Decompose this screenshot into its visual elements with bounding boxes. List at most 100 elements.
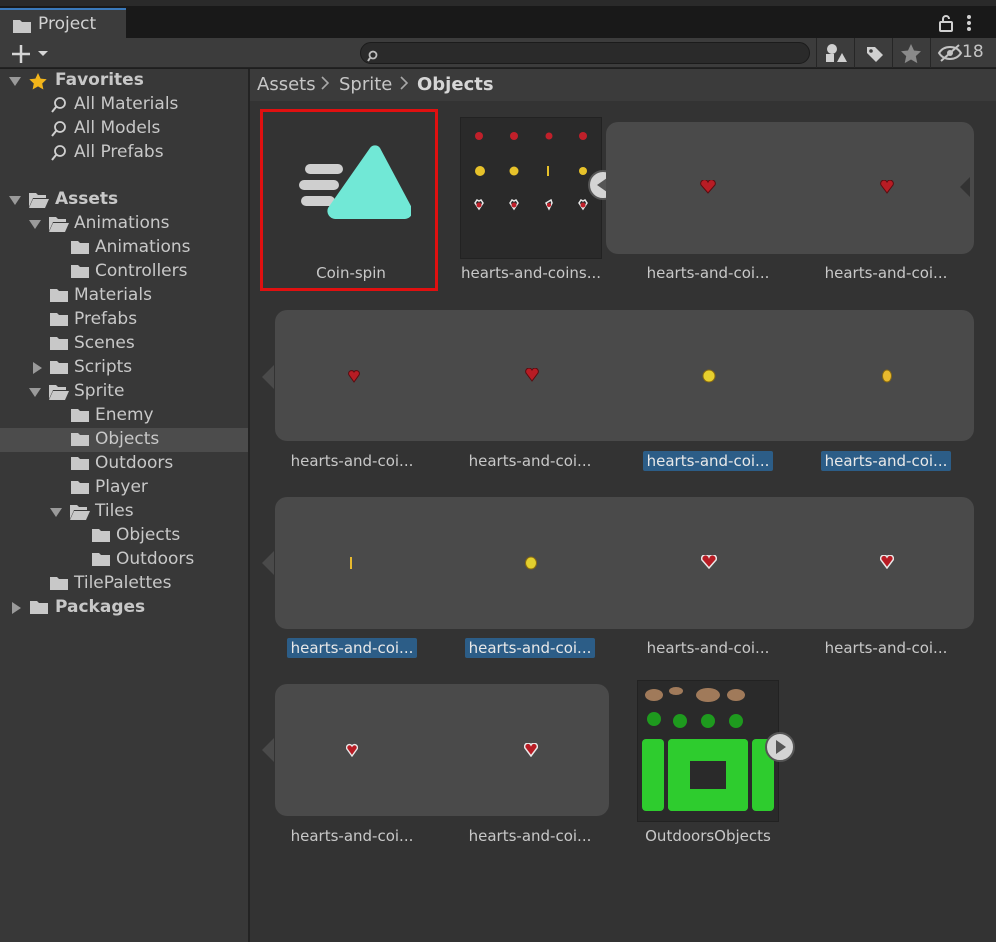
tree-label: Objects: [116, 525, 181, 545]
asset-name-label-selected: hearts-and-coi...: [633, 451, 783, 471]
folder-icon: [49, 575, 69, 596]
window-tab-bar: Project: [0, 0, 996, 38]
asset-name-text: hearts-and-coi...: [290, 827, 414, 845]
breadcrumb-assets[interactable]: Assets: [257, 74, 316, 95]
sprite-heart-full[interactable]: [880, 179, 894, 198]
breadcrumb-objects[interactable]: Objects: [417, 74, 494, 95]
tab-project[interactable]: Project: [0, 8, 126, 38]
tree-label: Scripts: [74, 357, 133, 377]
tree-controllers[interactable]: Controllers: [0, 260, 248, 284]
subasset-strip: [275, 684, 609, 816]
expand-arrow-down-icon[interactable]: [8, 192, 22, 212]
favorite-all-prefabs[interactable]: All Prefabs: [0, 141, 248, 165]
sprite-heart-outline[interactable]: [523, 742, 539, 761]
folder-icon: [70, 455, 90, 476]
sprite-coin-edge[interactable]: [349, 555, 353, 574]
breadcrumb-sprite[interactable]: Sprite: [339, 74, 392, 95]
sprite-heart-full[interactable]: [525, 367, 539, 386]
expand-arrow-right-icon[interactable]: [30, 360, 44, 380]
tree-objects[interactable]: Objects: [0, 428, 248, 452]
asset-grid-pane: Assets Sprite Objects Coin-spin hearts-a…: [250, 69, 996, 942]
favorite-all-materials[interactable]: All Materials: [0, 93, 248, 117]
folder-icon: [49, 287, 69, 308]
asset-name-text: hearts-and-coi...: [824, 264, 948, 282]
asset-name-text: hearts-and-coi...: [286, 638, 418, 658]
folder-icon: [29, 599, 49, 620]
folder-icon: [49, 311, 69, 332]
folder-icon: [70, 431, 90, 452]
more-options-icon[interactable]: [966, 14, 972, 36]
tree-label: Materials: [74, 285, 152, 305]
tree-favorites[interactable]: Favorites: [0, 69, 248, 93]
tree-label: Player: [95, 477, 148, 497]
folder-icon: [49, 359, 69, 380]
breadcrumb: Assets Sprite Objects: [250, 69, 996, 101]
tree-label: Sprite: [74, 381, 125, 401]
subasset-strip: [275, 310, 974, 441]
tree-packages[interactable]: Packages: [0, 596, 248, 620]
tree-prefabs[interactable]: Prefabs: [0, 308, 248, 332]
favorite-search-button[interactable]: [892, 38, 930, 68]
asset-outdoors-objects-thumbnail[interactable]: [637, 680, 779, 822]
search-icon: [50, 120, 68, 143]
asset-name-text: hearts-and-coi...: [646, 264, 770, 282]
sprite-heart-small[interactable]: [348, 368, 360, 387]
favorite-all-models[interactable]: All Models: [0, 117, 248, 141]
folder-open-icon: [28, 191, 50, 214]
tree-tiles-objects[interactable]: Objects: [0, 524, 248, 548]
sprite-heart-full[interactable]: [700, 179, 716, 198]
expand-subassets-button[interactable]: [765, 732, 795, 762]
expand-arrow-down-icon[interactable]: [28, 384, 42, 404]
sprite-coin[interactable]: [702, 368, 716, 387]
tree-animations[interactable]: Animations: [0, 212, 248, 236]
folder-open-icon: [48, 383, 70, 406]
eye-hidden-icon: [937, 44, 963, 66]
asset-name-label: hearts-and-coi...: [811, 263, 961, 283]
expand-arrow-down-icon[interactable]: [8, 73, 22, 93]
expand-arrow-right-icon[interactable]: [9, 600, 23, 620]
tree-scripts[interactable]: Scripts: [0, 356, 248, 380]
folder-icon: [70, 239, 90, 260]
tree-label: Outdoors: [116, 549, 195, 569]
expand-arrow-down-icon[interactable]: [49, 504, 63, 524]
hidden-packages-count: 18: [962, 42, 984, 62]
search-by-type-button[interactable]: [816, 38, 854, 68]
lock-icon[interactable]: [938, 14, 954, 36]
tree-sprite[interactable]: Sprite: [0, 380, 248, 404]
sprite-heart-outline[interactable]: [700, 553, 718, 573]
sprite-heart-outline[interactable]: [879, 554, 895, 573]
tree-label: Packages: [55, 597, 146, 617]
expand-arrow-down-icon[interactable]: [28, 216, 42, 236]
tree-tiles[interactable]: Tiles: [0, 500, 248, 524]
tree-player[interactable]: Player: [0, 476, 248, 500]
asset-name-text: hearts-and-coi...: [642, 451, 774, 471]
strip-notch: [262, 738, 274, 762]
tree-scenes[interactable]: Scenes: [0, 332, 248, 356]
sprite-coin-turning[interactable]: [524, 555, 538, 574]
tree-label: Prefabs: [74, 309, 138, 329]
search-input[interactable]: [360, 42, 810, 64]
asset-name-label: hearts-and-coi...: [811, 638, 961, 658]
tree-label: All Materials: [74, 94, 179, 114]
tree-label: Favorites: [55, 70, 144, 90]
tree-assets[interactable]: Assets: [0, 188, 248, 212]
tree-outdoors[interactable]: Outdoors: [0, 452, 248, 476]
asset-sprite-sheet-thumbnail[interactable]: [460, 117, 602, 259]
subasset-strip: [606, 122, 974, 254]
tree-animations-sub[interactable]: Animations: [0, 236, 248, 260]
tree-enemy[interactable]: Enemy: [0, 404, 248, 428]
tab-bar-top-strip: [0, 0, 996, 6]
search-by-label-button[interactable]: [854, 38, 892, 68]
asset-name-label: OutdoorsObjects: [633, 826, 783, 846]
sprite-coin-turning[interactable]: [881, 368, 893, 387]
sprite-heart-small-outline[interactable]: [345, 742, 359, 761]
tree-tilepalettes[interactable]: TilePalettes: [0, 572, 248, 596]
create-asset-button[interactable]: [8, 40, 52, 66]
tree-label: Animations: [95, 237, 191, 257]
tree-materials[interactable]: Materials: [0, 284, 248, 308]
folder-icon: [70, 263, 90, 284]
asset-name-label: hearts-and-coi...: [633, 638, 783, 658]
folder-icon: [91, 527, 111, 548]
tree-tiles-outdoors[interactable]: Outdoors: [0, 548, 248, 572]
folder-open-icon: [69, 503, 91, 526]
